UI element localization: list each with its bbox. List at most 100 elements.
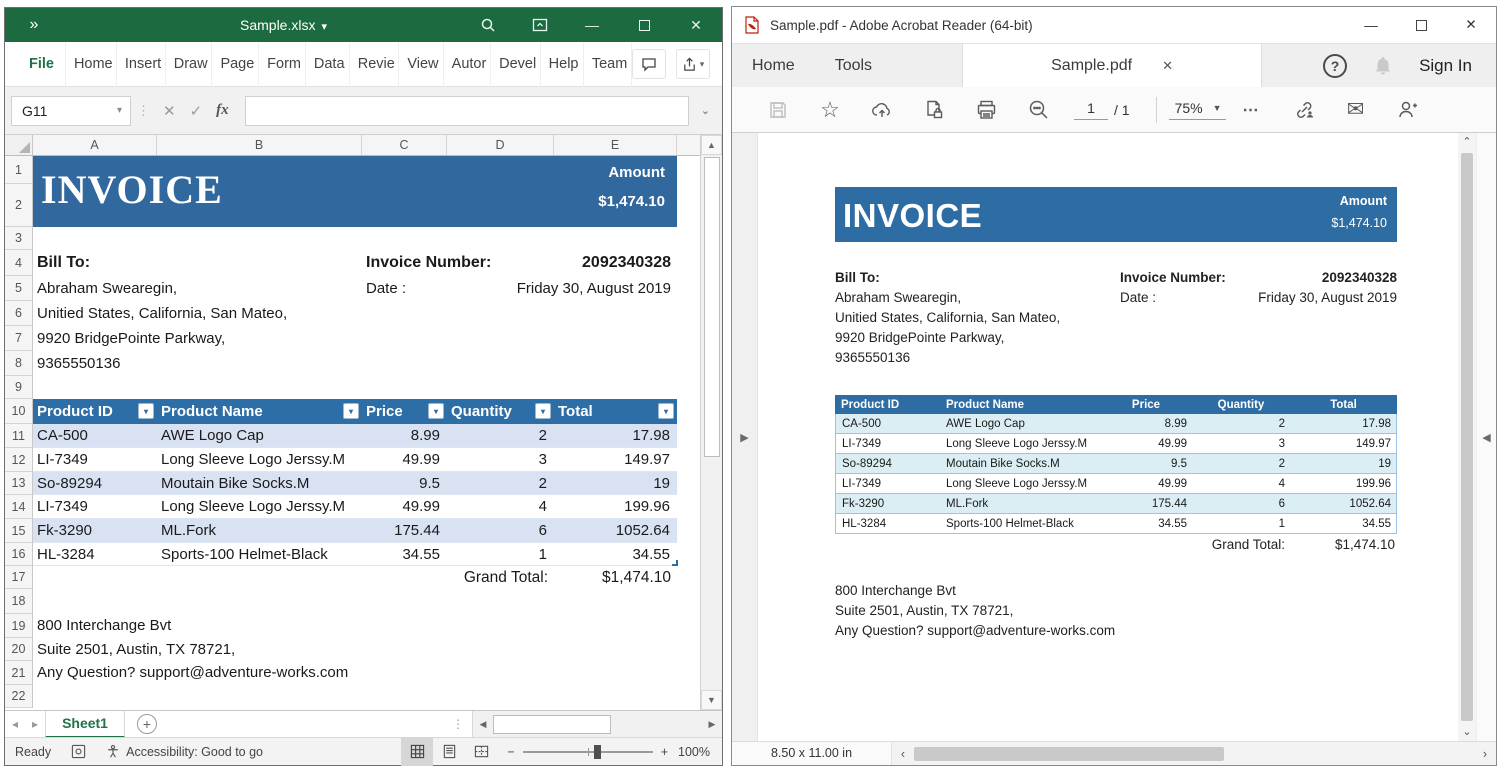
save-icon[interactable] [752,87,804,133]
more-tools-icon[interactable]: ⋯ [1226,87,1278,133]
close-button[interactable]: ✕ [1446,7,1496,43]
page-break-preview-button[interactable] [465,738,497,766]
column-header-b[interactable]: B [157,135,362,155]
page-layout-view-button[interactable] [433,738,465,766]
ribbon-tab-team[interactable]: Team [584,42,632,87]
select-all-corner[interactable] [5,135,33,155]
share-link-icon[interactable] [1278,87,1330,133]
favorite-star-icon[interactable]: ☆ [804,87,856,133]
horizontal-scroll-thumb[interactable] [493,715,611,734]
header-quantity[interactable]: Quantity▾ [447,399,554,424]
cell-product-id[interactable]: Fk-3290 [33,519,157,542]
column-header-c[interactable]: C [362,135,447,155]
pdf-vertical-scrollbar[interactable]: ⌃ ⌄ [1458,133,1476,741]
table-row[interactable]: LI-7349 Long Sleeve Logo Jerssy.M 49.99 … [33,448,677,472]
vertical-scroll-thumb[interactable] [1461,153,1473,721]
cell-product-name[interactable]: ML.Fork [157,519,362,542]
zoom-slider[interactable] [523,751,653,753]
table-resize-handle[interactable] [672,560,678,566]
name-box[interactable]: G11▾ [11,96,131,126]
cell-product-id[interactable]: CA-500 [33,424,157,447]
sheet-nav-left-icon[interactable]: ◂ [5,717,25,731]
table-row[interactable]: CA-500 AWE Logo Cap 8.99 2 17.98 [33,424,677,448]
tools-pane-strip[interactable]: ◀ [1476,133,1496,741]
row-header-10[interactable]: 10 [5,399,32,424]
cell-total[interactable]: 34.55 [554,543,677,565]
cell-product-id[interactable]: LI-7349 [33,448,157,471]
row-header-4[interactable]: 4 [5,250,32,276]
cell-product-name[interactable]: AWE Logo Cap [157,424,362,447]
row-header-12[interactable]: 12 [5,448,32,472]
share-icon[interactable]: ▾ [676,49,710,79]
scroll-left-icon[interactable]: ◀ [473,711,493,738]
row-header-15[interactable]: 15 [5,519,32,543]
expand-tools-pane-icon[interactable]: ◀ [1482,431,1490,444]
normal-view-button[interactable] [401,738,433,766]
row-header-3[interactable]: 3 [5,227,32,250]
export-pdf-lock-icon[interactable] [908,87,960,133]
sheet-tab-sheet1[interactable]: Sheet1 [45,711,125,738]
ribbon-tab-developer[interactable]: Devel [491,42,541,87]
email-icon[interactable]: ✉ [1330,87,1382,133]
ribbon-tab-draw[interactable]: Draw [166,42,213,87]
zoom-in-icon[interactable]: + [661,745,668,759]
cancel-entry-icon[interactable]: ✕ [163,102,176,120]
confirm-entry-icon[interactable]: ✓ [190,102,203,120]
search-icon[interactable] [462,8,514,42]
cell-quantity[interactable]: 2 [447,424,554,447]
row-header-20[interactable]: 20 [5,638,32,661]
ribbon-tab-home[interactable]: Home [66,42,117,87]
horizontal-scroll-thumb[interactable] [914,747,1224,761]
expand-nav-pane-icon[interactable]: ▶ [740,431,748,444]
cell-price[interactable]: 8.99 [362,424,447,447]
footer-line-1-cell[interactable]: 800 Interchange Bvt [37,614,171,638]
print-icon[interactable] [960,87,1012,133]
table-row[interactable]: HL-3284 Sports-100 Helmet-Black 34.55 1 … [33,543,677,566]
invoice-number-value-cell[interactable]: 2092340328 [582,250,671,276]
minimize-button[interactable]: — [566,8,618,42]
ribbon-tab-help[interactable]: Help [541,42,584,87]
minimize-button[interactable]: — [1346,7,1396,43]
ribbon-tab-insert[interactable]: Insert [117,42,166,87]
vertical-scrollbar[interactable]: ▲ ▼ [700,135,722,710]
cell-quantity[interactable]: 1 [447,543,554,565]
row-header-6[interactable]: 6 [5,301,32,326]
table-row[interactable]: So-89294 Moutain Bike Socks.M 9.5 2 19 [33,472,677,495]
header-product-id[interactable]: Product ID▾ [33,399,157,424]
upload-cloud-icon[interactable] [856,87,908,133]
ribbon-tab-data[interactable]: Data [306,42,350,87]
table-row[interactable]: Fk-3290 ML.Fork 175.44 6 1052.64 [33,519,677,543]
table-row[interactable]: LI-7349 Long Sleeve Logo Jerssy.M 49.99 … [33,495,677,519]
bill-to-line-3-cell[interactable]: 9920 BridgePointe Parkway, [37,326,225,351]
formula-bar-expand-icon[interactable]: ⌄ [695,104,716,117]
grand-total-label-cell[interactable]: Grand Total: [464,566,548,589]
row-header-1[interactable]: 1 [5,156,32,184]
date-value-cell[interactable]: Friday 30, August 2019 [517,276,671,301]
date-label-cell[interactable]: Date : [366,276,406,301]
cell-product-id[interactable]: So-89294 [33,472,157,494]
help-icon[interactable]: ? [1323,54,1347,78]
bill-to-line-2-cell[interactable]: Unitied States, California, San Mateo, [37,301,287,326]
scroll-down-icon[interactable]: ⌄ [1462,723,1471,741]
row-header-16[interactable]: 16 [5,543,32,566]
new-sheet-button[interactable]: + [137,714,157,734]
row-header-14[interactable]: 14 [5,495,32,519]
row-header-22[interactable]: 22 [5,685,32,708]
comments-icon[interactable] [632,49,666,79]
sheet-cells[interactable]: INVOICE Amount $1,474.10 Bill To: Abraha… [33,156,677,708]
quick-access-overflow-button[interactable]: » [5,16,65,34]
cell-total[interactable]: 199.96 [554,495,677,518]
ribbon-display-options-icon[interactable] [514,8,566,42]
sign-in-button[interactable]: Sign In [1419,56,1472,76]
cell-product-id[interactable]: HL-3284 [33,543,157,565]
filter-dropdown-icon[interactable]: ▾ [343,403,359,419]
scroll-right-icon[interactable]: ▶ [702,711,722,738]
accessibility-status[interactable]: Accessibility: Good to go [96,744,273,759]
invoice-number-label-cell[interactable]: Invoice Number: [366,250,491,276]
cell-product-id[interactable]: LI-7349 [33,495,157,518]
close-button[interactable]: ✕ [670,8,722,42]
cell-product-name[interactable]: Long Sleeve Logo Jerssy.M [157,495,362,518]
row-header-11[interactable]: 11 [5,424,32,448]
page-number-input[interactable]: 1 [1074,100,1108,120]
zoom-percentage[interactable]: 100% [678,745,722,759]
